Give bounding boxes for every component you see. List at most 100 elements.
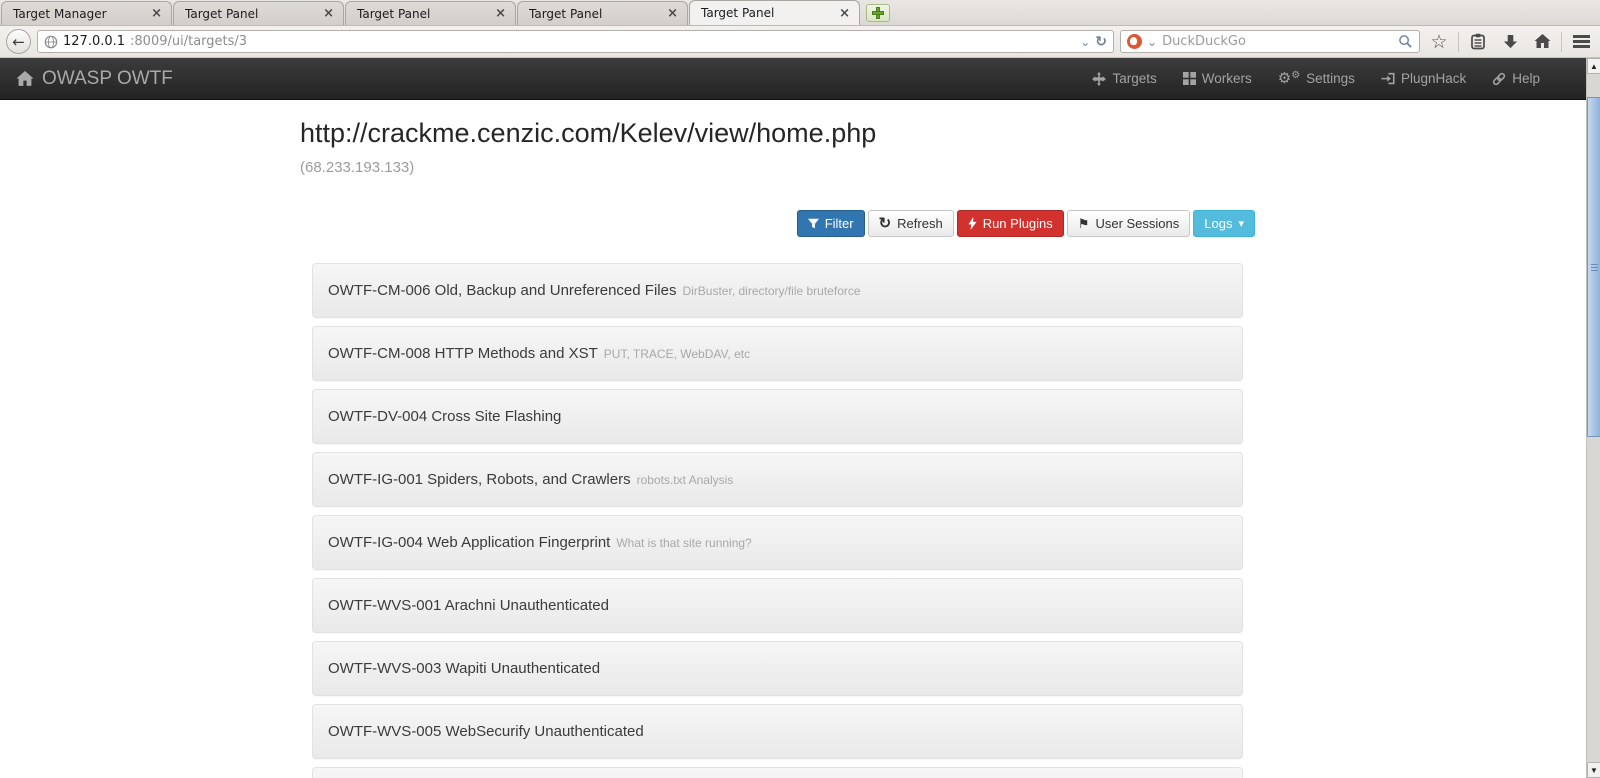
toolbar-divider (1458, 31, 1459, 52)
nav-item-workers[interactable]: Workers (1182, 71, 1252, 86)
bookmark-star-button[interactable]: ☆ (1426, 29, 1452, 55)
owtf-navbar: OWASP OWTF Targets Workers ⚙⚙ Settings P… (0, 58, 1586, 100)
back-button[interactable]: ← (6, 29, 31, 54)
clipboard-icon (1471, 33, 1485, 50)
tab-title: Target Panel (529, 6, 603, 21)
nav-item-help[interactable]: Help (1492, 71, 1540, 86)
plugin-subtitle: PUT, TRACE, WebDAV, etc (603, 346, 751, 361)
plugin-panel[interactable]: OWTF-WVS-005 WebSecurify Unauthenticated (312, 704, 1243, 759)
page-title: http://crackme.cenzic.com/Kelev/view/hom… (300, 118, 877, 148)
plugin-title: OWTF-WVS-003 Wapiti Unauthenticated (328, 660, 601, 677)
scroll-down-button[interactable]: ▼ (1587, 762, 1600, 778)
globe-icon (44, 35, 58, 48)
url-bar[interactable]: 127.0.0.1 :8009/ui/targets/3 ⌄ ↻ (37, 30, 1114, 53)
browser-tab[interactable]: Target Panel × (517, 1, 688, 25)
plugin-subtitle: What is that site running? (616, 535, 752, 550)
scroll-up-button[interactable]: ▲ (1587, 58, 1600, 74)
browser-tab[interactable]: Target Panel × (689, 0, 860, 25)
tab-title: Target Manager (13, 6, 107, 21)
brand-label: OWASP OWTF (42, 67, 173, 89)
plugin-panel[interactable]: OWTF-WVS-003 Wapiti Unauthenticated (312, 641, 1243, 696)
home-icon (1534, 34, 1550, 48)
nav-item-settings[interactable]: ⚙⚙ Settings (1277, 70, 1355, 87)
url-dropdown-icon[interactable]: ⌄ (1080, 36, 1090, 48)
plugin-title: OWTF-IG-004 Web Application Fingerprint (328, 534, 611, 551)
plus-icon (872, 7, 884, 19)
tab-close-icon[interactable]: × (837, 7, 852, 20)
browser-tab[interactable]: Target Panel × (173, 1, 344, 25)
link-icon (1493, 72, 1506, 85)
filter-button[interactable]: Filter (796, 210, 865, 237)
tab-close-icon[interactable]: × (321, 7, 336, 20)
search-input[interactable]: DuckDuckGo (1162, 34, 1393, 49)
browser-tab[interactable]: Target Panel × (345, 1, 516, 25)
nav-label: Workers (1201, 71, 1252, 86)
search-engine-dropdown-icon[interactable]: ⌄ (1147, 36, 1157, 48)
url-host: 127.0.0.1 (63, 34, 126, 49)
download-icon (1503, 34, 1517, 49)
new-tab-button[interactable] (866, 4, 890, 22)
plugin-title: OWTF-WVS-001 Arachni Unauthenticated (328, 597, 609, 614)
plugin-panel[interactable]: OWTF-IG-004 Web Application Fingerprint W… (312, 515, 1243, 570)
toolbar-divider (1561, 31, 1562, 52)
browser-tab[interactable]: Target Manager × (1, 1, 172, 25)
tab-close-icon[interactable]: × (493, 7, 508, 20)
targets-icon (1092, 71, 1107, 86)
plugin-title: OWTF-CM-008 HTTP Methods and XST (328, 345, 598, 362)
nav-label: Help (1512, 71, 1540, 86)
plugin-panel[interactable]: OWTF-DV-004 Cross Site Flashing (312, 389, 1243, 444)
home-button[interactable] (1529, 29, 1555, 55)
plugin-panel[interactable]: OWTF-WVS-001 Arachni Unauthenticated (312, 578, 1243, 633)
plugin-title: OWTF-DV-004 Cross Site Flashing (328, 408, 562, 425)
target-ip: (68.233.193.133) (300, 159, 415, 176)
tab-title: Target Panel (701, 6, 775, 20)
refresh-icon: ↻ (878, 215, 892, 232)
plugin-title: OWTF-IG-001 Spiders, Robots, and Crawler… (328, 471, 631, 488)
workers-grid-icon (1182, 72, 1196, 85)
plugin-subtitle: robots.txt Analysis (636, 472, 734, 487)
sign-in-icon (1381, 72, 1395, 85)
search-icon[interactable] (1398, 34, 1413, 49)
logs-dropdown-button[interactable]: Logs ▾ (1193, 210, 1255, 237)
browser-tab-bar: Target Manager × Target Panel × Target Panel… (0, 0, 1600, 26)
page-scrollbar[interactable]: ▲ ▼ (1586, 58, 1600, 778)
plugin-title: OWTF-WVS-005 WebSecurify Unauthenticated (328, 723, 644, 740)
tab-close-icon[interactable]: × (149, 7, 164, 20)
url-path: :8009/ui/targets/3 (130, 34, 248, 49)
bolt-icon (968, 217, 977, 230)
plugin-title: OWTF-CM-006 Old, Backup and Unreferenced… (328, 282, 677, 299)
run-plugins-button[interactable]: Run Plugins (956, 210, 1064, 237)
bookmarks-button[interactable] (1465, 29, 1491, 55)
page-content: http://crackme.cenzic.com/Kelev/view/hom… (0, 100, 1586, 778)
nav-label: PlugnHack (1400, 71, 1467, 86)
brand[interactable]: OWASP OWTF (0, 68, 173, 90)
plugin-panel[interactable]: OWTF-CM-008 HTTP Methods and XST PUT, TRA… (312, 326, 1243, 381)
hamburger-icon (1572, 35, 1590, 48)
plugin-panel[interactable] (312, 767, 1243, 778)
flag-icon: ⚑ (1077, 216, 1090, 231)
plugin-list: OWTF-CM-006 Old, Backup and Unreferenced… (312, 263, 1243, 778)
search-bar[interactable]: ⌄ DuckDuckGo (1120, 30, 1420, 53)
tab-close-icon[interactable]: × (665, 7, 680, 20)
reload-icon[interactable]: ↻ (1095, 34, 1107, 50)
gears-icon: ⚙⚙ (1277, 70, 1301, 87)
scrollbar-thumb[interactable] (1587, 97, 1600, 437)
nav-item-plugnhack[interactable]: PlugnHack (1381, 71, 1466, 86)
refresh-button[interactable]: ↻ Refresh (867, 210, 954, 237)
filter-funnel-icon (807, 218, 819, 229)
nav-item-targets[interactable]: Targets (1092, 71, 1157, 86)
plugin-panel[interactable]: OWTF-IG-001 Spiders, Robots, and Crawler… (312, 452, 1243, 507)
downloads-button[interactable] (1497, 29, 1523, 55)
nav-label: Targets (1112, 71, 1157, 86)
duckduckgo-icon (1127, 34, 1142, 49)
menu-button[interactable] (1568, 29, 1594, 55)
caret-down-icon: ▾ (1238, 218, 1244, 230)
user-sessions-button[interactable]: ⚑ User Sessions (1066, 210, 1191, 237)
plugin-panel[interactable]: OWTF-CM-006 Old, Backup and Unreferenced… (312, 263, 1243, 318)
action-button-row: Filter ↻ Refresh Run Plugins ⚑ User Sess… (300, 210, 1255, 237)
star-icon: ☆ (1430, 30, 1448, 53)
nav-label: Settings (1306, 71, 1355, 86)
back-arrow-icon: ← (12, 32, 25, 51)
scrollbar-grip (1591, 267, 1598, 268)
home-icon (16, 70, 34, 86)
